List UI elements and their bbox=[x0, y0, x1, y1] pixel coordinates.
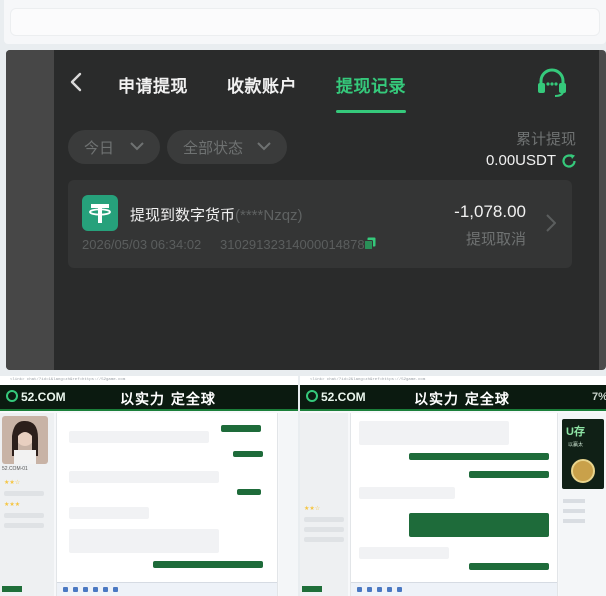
emoji-icon[interactable] bbox=[357, 587, 362, 592]
date-filter-dropdown[interactable]: 今日 bbox=[68, 130, 160, 164]
record-title: 提现到数字货币(****Nzqz) bbox=[130, 204, 303, 225]
right-pane-line bbox=[563, 499, 585, 503]
left-gutter bbox=[6, 50, 54, 370]
withdraw-app-window: 申请提现 收款账户 提现记录 今日 全部状态 累计提现 0.00USDT 提现到… bbox=[6, 50, 606, 370]
chat-banner: 52.COM 以实力 定全球 bbox=[0, 385, 298, 411]
record-title-text: 提现到数字货币 bbox=[130, 207, 236, 224]
chat-bubble-in bbox=[69, 507, 149, 519]
browser-top-bar bbox=[4, 0, 606, 44]
sidebar-button[interactable] bbox=[2, 586, 22, 592]
copy-icon[interactable] bbox=[364, 237, 376, 250]
chat-bubble-in bbox=[359, 487, 455, 499]
chat-screenshot-left: <link> chat/?id=1&lang=zh&ref=https://52… bbox=[0, 376, 298, 596]
chat-right-pane bbox=[279, 413, 298, 596]
chat-bubble-in bbox=[69, 529, 219, 553]
screenshot-icon[interactable] bbox=[93, 587, 98, 592]
record-order-number: 310291323140000148789 bbox=[220, 237, 372, 252]
chat-bubble-out bbox=[469, 471, 549, 478]
status-filter-dropdown[interactable]: 全部状态 bbox=[167, 130, 287, 164]
site-logo-text: 52.COM bbox=[321, 390, 366, 404]
site-logo: 52.COM bbox=[306, 390, 366, 404]
agent-sidebar: ★★☆ bbox=[300, 413, 348, 596]
back-arrow-icon[interactable] bbox=[68, 72, 86, 92]
sidebar-line bbox=[304, 527, 344, 532]
agent-name: 52.COM-01 bbox=[2, 466, 28, 472]
agent-avatar bbox=[2, 416, 48, 464]
active-tab-indicator bbox=[336, 110, 406, 113]
banner-slogan: 以实力 定全球 bbox=[120, 392, 216, 408]
file-icon[interactable] bbox=[83, 587, 88, 592]
chat-input-bar[interactable] bbox=[351, 582, 557, 596]
top-nav: 申请提现 收款账户 提现记录 bbox=[54, 50, 599, 114]
file-icon[interactable] bbox=[377, 587, 382, 592]
tab-withdraw-records[interactable]: 提现记录 bbox=[336, 72, 406, 97]
gold-coin-icon bbox=[571, 459, 595, 483]
address-bar[interactable] bbox=[10, 8, 600, 36]
rating-stars: ★★★ bbox=[4, 502, 21, 508]
chat-input-bar[interactable] bbox=[57, 582, 277, 596]
record-status: 提现取消 bbox=[465, 231, 526, 248]
customer-service-headset-icon[interactable] bbox=[536, 68, 568, 98]
site-logo-text: 52.COM bbox=[21, 390, 66, 404]
banner-slogan: 以实力 定全球 bbox=[414, 392, 510, 408]
rating-stars: ★★☆ bbox=[4, 480, 21, 486]
right-pane-line bbox=[563, 519, 585, 523]
promo-banner[interactable]: U存 以赢太 bbox=[562, 419, 604, 489]
record-amount: -1,078.00 bbox=[454, 202, 526, 221]
image-icon[interactable] bbox=[73, 587, 78, 592]
total-withdrawn-value: 0.00USDT bbox=[485, 152, 556, 169]
site-logo: 52.COM bbox=[6, 390, 66, 404]
chat-url: <link> chat/?id=1&lang=zh&ref=https://52… bbox=[0, 376, 298, 385]
right-pane-line bbox=[563, 509, 585, 513]
chat-bubble-out bbox=[153, 561, 263, 568]
masked-account: (****Nzqz) bbox=[235, 207, 303, 224]
star-icon[interactable] bbox=[397, 587, 402, 592]
withdraw-record-card[interactable]: 提现到数字货币(****Nzqz) 2026/05/03 06:34:02 31… bbox=[68, 180, 572, 268]
chat-bubble-out bbox=[409, 453, 549, 460]
chevron-down-icon bbox=[130, 142, 144, 151]
star-icon[interactable] bbox=[103, 587, 108, 592]
sidebar-line bbox=[304, 537, 344, 542]
sidebar-line bbox=[4, 491, 44, 496]
banner-tail: 7% bbox=[592, 391, 606, 403]
chat-screenshot-right: <link> chat/?id=2&lang=zh&ref=https://52… bbox=[300, 376, 606, 596]
withdraw-records-panel: 申请提现 收款账户 提现记录 今日 全部状态 累计提现 0.00USDT 提现到… bbox=[54, 50, 599, 370]
refresh-icon[interactable] bbox=[561, 153, 577, 169]
chevron-right-icon bbox=[546, 214, 556, 232]
total-withdrawn-label: 累计提现 bbox=[515, 131, 576, 148]
chat-messages bbox=[350, 413, 558, 596]
rating-stars: ★★☆ bbox=[304, 506, 321, 512]
promo-subtitle: 以赢太 bbox=[568, 442, 584, 448]
chat-bubble-out bbox=[409, 513, 549, 537]
screenshot-icon[interactable] bbox=[387, 587, 392, 592]
sidebar-button[interactable] bbox=[302, 586, 322, 592]
chat-right-pane: U存 以赢太 bbox=[559, 413, 606, 596]
record-datetime: 2026/05/03 06:34:02 bbox=[82, 237, 202, 252]
sidebar-line bbox=[4, 523, 44, 528]
folder-icon[interactable] bbox=[113, 587, 118, 592]
image-icon[interactable] bbox=[367, 587, 372, 592]
chat-bubble-in bbox=[69, 431, 209, 443]
chat-bubble-out bbox=[469, 563, 549, 570]
chat-messages bbox=[56, 413, 278, 596]
chat-url: <link> chat/?id=2&lang=zh&ref=https://52… bbox=[300, 376, 606, 385]
sidebar-line bbox=[4, 513, 44, 518]
chat-bubble-in bbox=[359, 547, 449, 559]
tab-apply-withdraw[interactable]: 申请提现 bbox=[118, 72, 188, 97]
promo-title: U存 bbox=[566, 426, 585, 438]
status-filter-value: 全部状态 bbox=[183, 139, 244, 157]
usdt-tether-icon bbox=[82, 195, 118, 231]
chat-bubble-out bbox=[237, 489, 261, 495]
sidebar-line bbox=[304, 517, 344, 522]
date-filter-value: 今日 bbox=[84, 139, 115, 157]
chevron-down-icon bbox=[257, 142, 271, 151]
chat-bubble-in bbox=[69, 471, 219, 483]
chat-bubble-out bbox=[221, 425, 261, 432]
chat-banner: 52.COM 以实力 定全球 7% bbox=[300, 385, 606, 411]
emoji-icon[interactable] bbox=[63, 587, 68, 592]
tab-payee-accounts[interactable]: 收款账户 bbox=[227, 72, 297, 97]
chat-bubble-in bbox=[359, 421, 509, 445]
chat-bubble-out bbox=[233, 451, 263, 457]
agent-sidebar: 52.COM-01 ★★☆ ★★★ bbox=[0, 413, 54, 596]
